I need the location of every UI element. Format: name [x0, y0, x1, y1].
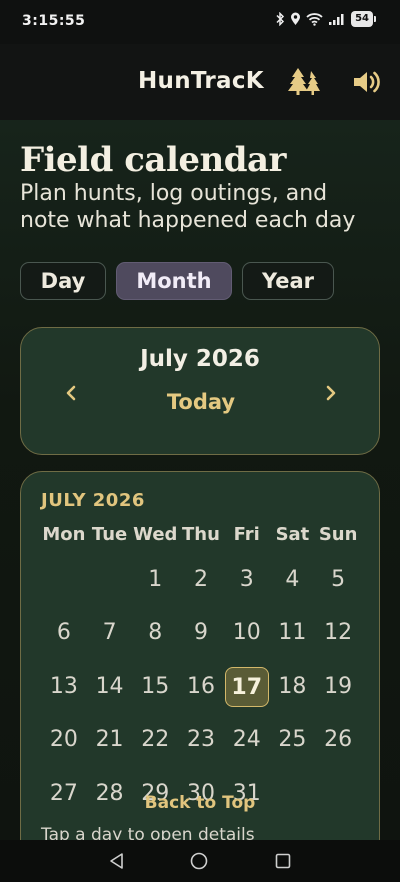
calendar-day[interactable]: 23 — [179, 720, 223, 760]
battery-icon: 54 — [351, 11, 373, 27]
calendar-day[interactable]: 25 — [270, 720, 314, 760]
weekday-label: Tue — [91, 524, 128, 545]
calendar-day[interactable]: 19 — [316, 667, 360, 707]
battery-tip — [374, 16, 376, 22]
calendar-month-heading: JULY 2026 — [41, 490, 145, 511]
calendar-day[interactable]: 7 — [88, 613, 132, 653]
calendar-day[interactable]: 4 — [270, 560, 314, 600]
previous-month-button[interactable] — [56, 378, 86, 408]
status-icons: 54 — [275, 11, 376, 27]
calendar-day[interactable]: 1 — [133, 560, 177, 600]
month-navigator: July 2026 Today — [20, 327, 380, 455]
calendar-day[interactable]: 9 — [179, 613, 223, 653]
calendar-day[interactable]: 26 — [316, 720, 360, 760]
tab-year[interactable]: Year — [242, 262, 334, 300]
calendar-day[interactable]: 8 — [133, 613, 177, 653]
signal-icon — [329, 14, 344, 25]
page-subtitle: Plan hunts, log outings, and note what h… — [20, 181, 356, 233]
calendar-day[interactable]: 18 — [270, 667, 314, 707]
sound-button[interactable] — [350, 66, 382, 98]
location-icon — [291, 12, 301, 25]
calendar-day[interactable]: 14 — [88, 667, 132, 707]
status-bar: 3:15:55 54 — [0, 0, 400, 44]
weekday-label: Mon — [42, 524, 86, 545]
month-label: July 2026 — [140, 346, 260, 372]
chevron-left-icon — [66, 385, 76, 401]
calendar-day[interactable]: 10 — [225, 613, 269, 653]
home-icon[interactable] — [190, 852, 208, 870]
page-title: Field calendar — [20, 140, 286, 180]
calendar-day[interactable]: 16 — [179, 667, 223, 707]
weekday-label: Wed — [133, 524, 178, 545]
calendar-day[interactable]: 5 — [316, 560, 360, 600]
weekday-label: Sat — [275, 524, 310, 545]
tab-month[interactable]: Month — [116, 262, 232, 300]
calendar-day[interactable]: 15 — [133, 667, 177, 707]
calendar-day[interactable]: 12 — [316, 613, 360, 653]
system-navigation-bar — [0, 840, 400, 882]
calendar-day[interactable]: 20 — [42, 720, 86, 760]
tab-day[interactable]: Day — [20, 262, 106, 300]
chevron-right-icon — [326, 385, 336, 401]
calendar-day[interactable]: 3 — [225, 560, 269, 600]
calendar-day[interactable]: 13 — [42, 667, 86, 707]
volume-icon — [354, 71, 380, 93]
back-icon[interactable] — [108, 852, 126, 870]
trees-button[interactable] — [288, 64, 322, 98]
wifi-icon — [306, 13, 323, 26]
view-tabs: Day Month Year — [20, 262, 334, 300]
bluetooth-icon — [276, 12, 285, 26]
status-time: 3:15:55 — [22, 13, 86, 29]
calendar-day[interactable]: 21 — [88, 720, 132, 760]
back-to-top-button[interactable]: Back to Top — [21, 793, 379, 813]
app-title: HunTracK — [138, 68, 264, 94]
calendar-day[interactable]: 6 — [42, 613, 86, 653]
calendar-day[interactable]: 22 — [133, 720, 177, 760]
calendar-day-today[interactable]: 17 — [224, 666, 269, 707]
weekday-label: Sun — [318, 524, 358, 545]
recents-icon[interactable] — [275, 853, 291, 869]
app-bar: HunTracK — [0, 44, 400, 120]
main-content: Field calendar Plan hunts, log outings, … — [0, 120, 400, 840]
weekday-label: Thu — [182, 524, 220, 545]
weekday-label: Fri — [233, 524, 260, 545]
next-month-button[interactable] — [316, 378, 346, 408]
month-calendar: JULY 2026 Mon Tue Wed Thu Fri Sat Sun 12345678… — [20, 471, 380, 840]
calendar-day[interactable]: 11 — [270, 613, 314, 653]
tap-hint: Tap a day to open details — [41, 825, 255, 840]
calendar-day[interactable]: 24 — [225, 720, 269, 760]
trees-icon — [288, 68, 320, 95]
today-button[interactable]: Today — [141, 390, 261, 414]
calendar-day[interactable]: 2 — [179, 560, 223, 600]
